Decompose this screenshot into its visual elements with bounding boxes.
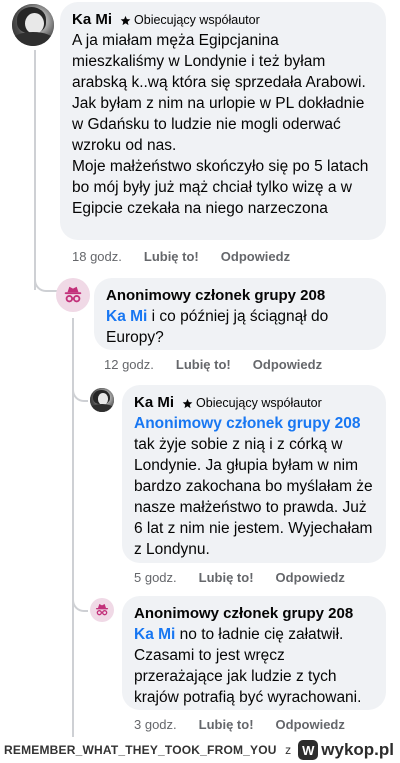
watermark-footer: REMEMBER_WHAT_THEY_TOOK_FROM_YOU z W wyk… (0, 737, 400, 763)
thread-line-secondary (72, 318, 74, 738)
comment-text: Ka Mi no to ładnie cię załatwił. Czasami… (134, 626, 362, 706)
comment-author[interactable]: Ka Mi (134, 393, 174, 413)
thread-line-main (34, 50, 36, 290)
like-button[interactable]: Lubię to! (199, 717, 254, 732)
comment-author[interactable]: Ka Mi (72, 10, 112, 30)
mention-link[interactable]: Ka Mi (106, 308, 147, 325)
thread-connector-2 (72, 386, 88, 402)
star-icon (120, 15, 131, 25)
comment-actions-4: 3 godz. Lubię to! Odpowiedz (134, 717, 345, 732)
comment-bubble-2: Anonimowy członek grupy 208 Ka Mi i co p… (94, 278, 386, 350)
anonymous-member-icon (64, 286, 82, 303)
comment-text: Anonimowy członek grupy 208 tak żyje sobi… (134, 415, 373, 558)
mention-link[interactable]: Ka Mi (134, 626, 175, 643)
wykop-brand: W wykop.pl (298, 740, 394, 760)
reply-button[interactable]: Odpowiedz (221, 249, 290, 264)
comment-bubble-1: Ka Mi Obiecujący współautor A ja miałam … (60, 2, 386, 240)
comment-actions-1: 18 godz. Lubię to! Odpowiedz (72, 249, 290, 264)
contributor-badge: Obiecujący współautor (182, 393, 322, 413)
footer-user-line: REMEMBER_WHAT_THEY_TOOK_FROM_YOU z (4, 741, 291, 759)
wykop-brand-text: wykop.pl (321, 740, 394, 759)
comment-text: A ja miałam męża Egipcjanina mieszkaliśm… (72, 32, 369, 217)
comment-time[interactable]: 5 godz. (134, 570, 177, 585)
like-button[interactable]: Lubię to! (144, 249, 199, 264)
like-button[interactable]: Lubię to! (176, 357, 231, 372)
avatar-anonymous[interactable] (56, 278, 90, 312)
avatar-ka-mi[interactable] (12, 4, 54, 46)
comment-time[interactable]: 3 godz. (134, 717, 177, 732)
comment-time[interactable]: 12 godz. (104, 357, 154, 372)
watermark-username: REMEMBER_WHAT_THEY_TOOK_FROM_YOU (4, 743, 277, 757)
reply-button[interactable]: Odpowiedz (276, 570, 345, 585)
comment-text: Ka Mi i co później ją ściągnął do Europy… (106, 308, 329, 346)
star-icon (182, 398, 193, 408)
avatar-ka-mi[interactable] (90, 388, 114, 412)
reply-button[interactable]: Odpowiedz (253, 357, 322, 372)
comment-time[interactable]: 18 godz. (72, 249, 122, 264)
comment-actions-3: 5 godz. Lubię to! Odpowiedz (134, 570, 345, 585)
comment-bubble-3: Ka Mi Obiecujący współautor Anonimowy cz… (122, 385, 386, 563)
mention-link[interactable]: Anonimowy członek grupy 208 (134, 415, 361, 432)
avatar-anonymous[interactable] (90, 598, 114, 622)
contributor-badge: Obiecujący współautor (120, 10, 260, 30)
comment-author[interactable]: Anonimowy członek grupy 208 (134, 604, 353, 624)
comment-actions-2: 12 godz. Lubię to! Odpowiedz (104, 357, 322, 372)
comment-bubble-4: Anonimowy członek grupy 208 Ka Mi no to … (122, 596, 386, 710)
watermark-separator: z (285, 743, 292, 757)
anonymous-member-icon (96, 604, 108, 616)
wykop-logo-icon: W (298, 740, 319, 760)
comment-author[interactable]: Anonimowy członek grupy 208 (106, 286, 325, 306)
like-button[interactable]: Lubię to! (199, 570, 254, 585)
thread-connector-3 (72, 596, 88, 612)
reply-button[interactable]: Odpowiedz (276, 717, 345, 732)
